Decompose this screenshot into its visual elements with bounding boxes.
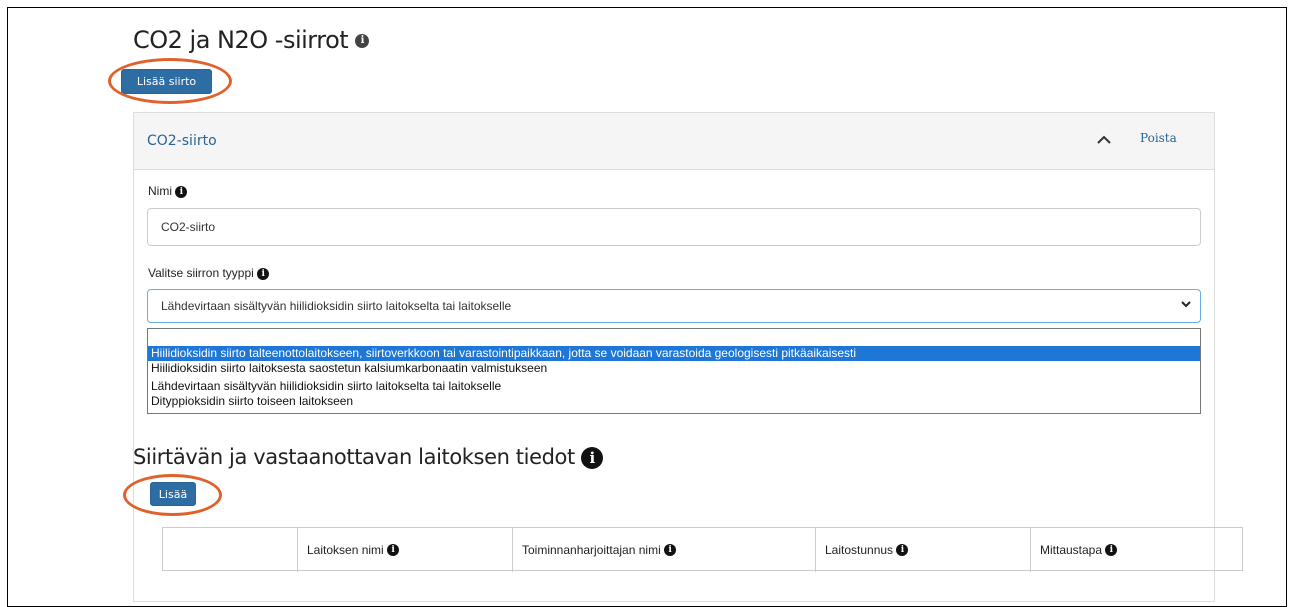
chevron-up-icon[interactable] bbox=[1097, 135, 1111, 145]
transfer-type-label: Valitse siirron tyyppi i bbox=[148, 266, 270, 280]
table-header-cell: Mittaustapa i bbox=[1031, 528, 1242, 572]
info-icon[interactable]: i bbox=[896, 544, 909, 556]
add-transfer-button[interactable]: Lisää siirto bbox=[121, 69, 212, 94]
option-item[interactable]: Dityppioksidin siirto toiseen laitokseen bbox=[148, 394, 1200, 409]
table-header-cell: Laitostunnus i bbox=[816, 528, 1031, 572]
name-label: Nimi i bbox=[148, 184, 188, 198]
panel-title: CO2-siirto bbox=[147, 133, 217, 149]
info-icon[interactable]: i bbox=[355, 34, 370, 48]
option-item[interactable]: Hiilidioksidin siirto talteenottolaitoks… bbox=[148, 346, 1200, 361]
info-icon[interactable]: i bbox=[257, 267, 270, 280]
info-icon[interactable]: i bbox=[1105, 544, 1118, 556]
facilities-section-title: Siirtävän ja vastaanottavan laitoksen ti… bbox=[133, 445, 604, 469]
table-header-cell: Toiminnanharjoittajan nimi i bbox=[513, 528, 816, 572]
facilities-table: Laitoksen nimi i Toiminnanharjoittajan n… bbox=[162, 527, 1243, 572]
panel-header: CO2-siirto Poista bbox=[134, 113, 1214, 170]
page-title: CO2 ja N2O -siirrot i bbox=[133, 26, 370, 54]
table-header-cell bbox=[163, 528, 298, 572]
info-icon[interactable]: i bbox=[387, 544, 400, 556]
info-icon[interactable]: i bbox=[664, 544, 677, 556]
transfer-type-options: Hiilidioksidin siirto talteenottolaitoks… bbox=[147, 328, 1201, 414]
option-item[interactable]: Lähdevirtaan sisältyvän hiilidioksidin s… bbox=[148, 379, 1200, 394]
info-icon[interactable]: i bbox=[581, 447, 604, 469]
name-input[interactable]: CO2-siirto bbox=[147, 208, 1201, 246]
transfer-type-select[interactable]: Lähdevirtaan sisältyvän hiilidioksidin s… bbox=[147, 289, 1201, 323]
delete-link[interactable]: Poista bbox=[1140, 131, 1177, 145]
option-item[interactable]: Hiilidioksidin siirto laitoksesta saoste… bbox=[148, 361, 1200, 376]
table-header-cell: Laitoksen nimi i bbox=[298, 528, 513, 572]
info-icon[interactable]: i bbox=[175, 185, 188, 198]
add-facility-button[interactable]: Lisää bbox=[150, 482, 196, 506]
chevron-down-icon bbox=[1181, 301, 1191, 308]
